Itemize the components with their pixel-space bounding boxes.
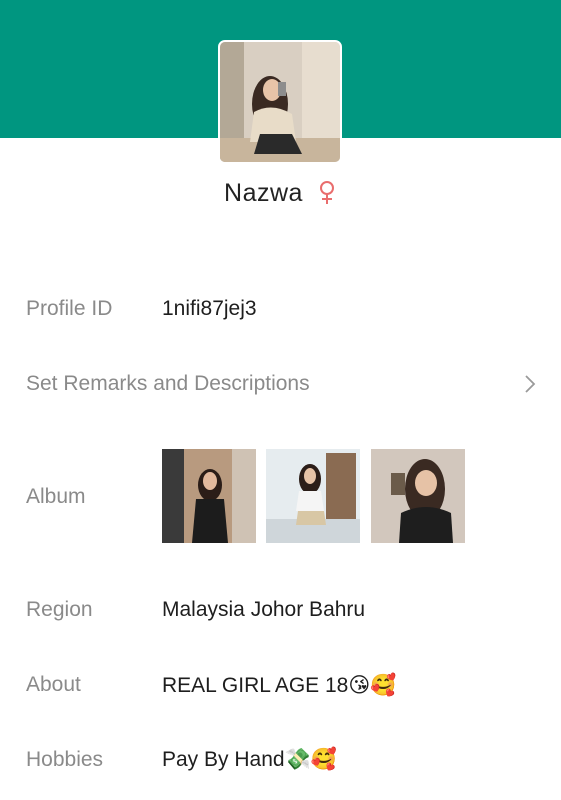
profile-id-label: Profile ID [26,297,113,320]
chevron-right-icon [523,373,537,395]
profile-name: Nazwa [224,178,303,207]
album-photo-2[interactable] [266,449,360,543]
about-value: REAL GIRL AGE 18😘🥰 [162,674,397,697]
set-remarks-row[interactable]: Set Remarks and Descriptions [0,355,561,415]
region-value: Malaysia Johor Bahru [162,598,366,621]
album-photo-3[interactable] [371,449,465,543]
profile-id-value: 1nifi87jej3 [162,297,257,320]
album-label: Album [26,485,86,508]
profile-avatar[interactable] [218,40,342,164]
hobbies-label: Hobbies [26,748,104,771]
female-symbol-icon [317,180,337,206]
set-remarks-label: Set Remarks and Descriptions [26,372,310,395]
hobbies-value: Pay By Hand💸🥰 [162,748,337,771]
profile-name-row: Nazwa [0,178,561,208]
about-label: About [26,673,81,696]
region-label: Region [26,598,93,621]
album-photo-1[interactable] [162,449,256,543]
